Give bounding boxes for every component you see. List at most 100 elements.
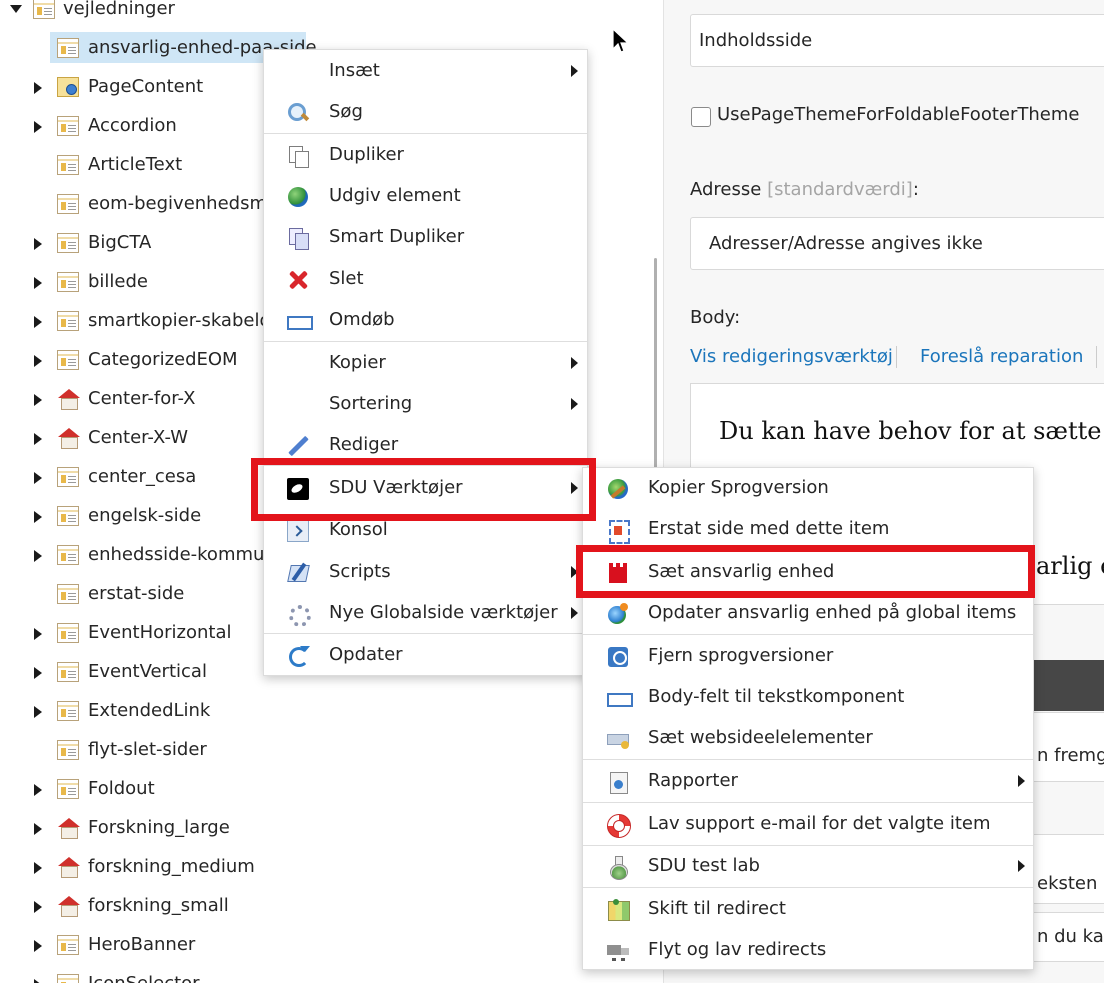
suggest-fix-link[interactable]: Foreslå reparation (920, 346, 1083, 367)
collapse-arrow-icon[interactable] (34, 121, 42, 133)
menu-item-search[interactable]: Søg (264, 92, 587, 132)
page-icon (57, 506, 79, 526)
collapse-arrow-icon[interactable] (34, 823, 42, 835)
tree-item-label: Forskning_large (88, 817, 230, 838)
tree-item-flyt-slet-sider[interactable]: flyt-slet-sider (0, 736, 640, 766)
tree-item-forskning-small[interactable]: forskning_small (0, 892, 640, 922)
menu-separator (264, 341, 587, 342)
collapse-arrow-icon[interactable] (34, 472, 42, 484)
theme-checkbox[interactable] (691, 107, 711, 127)
submenu-item-remove-languages[interactable]: Fjern sprogversioner (583, 636, 1033, 676)
menu-item-sdu-tools[interactable]: SDU Værktøjer (264, 468, 587, 508)
page-icon (57, 701, 79, 721)
collapse-arrow-icon[interactable] (34, 433, 42, 445)
submenu-item-support-email[interactable]: Lav support e-mail for det valgte item (583, 804, 1033, 844)
tree-item-label: flyt-slet-sider (88, 739, 207, 760)
collapse-arrow-icon[interactable] (34, 82, 42, 94)
menu-item-publish[interactable]: Udgiv element (264, 176, 587, 216)
collapse-arrow-icon[interactable] (34, 862, 42, 874)
submenu-item-web-elements[interactable]: Sæt websideelelementer (583, 718, 1033, 758)
tree-item-iconselector[interactable]: IconSelector (0, 970, 640, 983)
menu-item-scripts[interactable]: Scripts (264, 552, 587, 592)
address-field[interactable]: Adresser/Adresse angives ikke (690, 217, 1104, 270)
submenu-item-move-redirects[interactable]: Flyt og lav redirects (583, 930, 1033, 970)
submenu-item-reports[interactable]: Rapporter (583, 761, 1033, 801)
collapse-arrow-icon[interactable] (34, 394, 42, 406)
report-icon (607, 771, 629, 794)
duplicate-icon (287, 145, 309, 168)
submenu-arrow-icon (571, 566, 578, 578)
submenu-arrow-icon (1018, 860, 1025, 872)
submenu-item-switch-redirect[interactable]: Skift til redirect (583, 889, 1033, 929)
tree-item-label: Center-for-X (88, 388, 196, 409)
tree-item-forskning-medium[interactable]: forskning_medium (0, 853, 640, 883)
menu-item-sorting[interactable]: Sortering (264, 384, 587, 424)
collapse-arrow-icon[interactable] (34, 628, 42, 640)
menu-item-refresh[interactable]: Opdater (264, 635, 587, 675)
collapse-arrow-icon[interactable] (34, 901, 42, 913)
submenu-arrow-icon (571, 398, 578, 410)
collapse-arrow-icon[interactable] (34, 667, 42, 679)
page-icon (33, 0, 55, 19)
body-field-icon (607, 687, 633, 709)
submenu-item-copy-language[interactable]: Kopier Sprogversion (583, 468, 1033, 508)
tree-item-extendedlink[interactable]: ExtendedLink (0, 697, 640, 727)
tree-item-forskning-large[interactable]: Forskning_large (0, 814, 640, 844)
menu-item-duplicate[interactable]: Dupliker (264, 135, 587, 175)
collapse-arrow-icon[interactable] (34, 355, 42, 367)
menu-item-edit[interactable]: Rediger (264, 425, 587, 465)
collapse-arrow-icon[interactable] (34, 550, 42, 562)
scripts-icon (287, 562, 309, 584)
collapse-arrow-icon[interactable] (34, 940, 42, 952)
tree-item-label: EventVertical (88, 661, 207, 682)
show-editor-link[interactable]: Vis redigeringsværktøj (690, 346, 893, 367)
collapse-arrow-icon[interactable] (34, 979, 42, 983)
collapse-arrow-icon[interactable] (34, 784, 42, 796)
collapse-arrow-icon[interactable] (34, 706, 42, 718)
menu-separator (264, 133, 587, 134)
submenu-item-set-responsible-unit[interactable]: Sæt ansvarlig enhed (583, 552, 1033, 592)
menu-item-smart-duplicate[interactable]: Smart Dupliker (264, 217, 587, 257)
submenu-arrow-icon (1018, 775, 1025, 787)
menu-separator (583, 887, 1033, 888)
smart-duplicate-icon (287, 227, 309, 250)
page-icon (57, 974, 79, 983)
title-field[interactable]: Indholdsside (690, 14, 1104, 67)
submenu-item-test-lab[interactable]: SDU test lab (583, 846, 1033, 886)
tree-item-label: EventHorizontal (88, 622, 232, 643)
tree-item-foldout[interactable]: Foldout (0, 775, 640, 805)
menu-item-insert[interactable]: Insæt (264, 51, 587, 91)
menu-item-copy[interactable]: Kopier (264, 343, 587, 383)
tree-item-label: CategorizedEOM (88, 349, 238, 370)
submenu-arrow-icon (571, 482, 578, 494)
submenu-item-body-field[interactable]: Body-felt til tekstkomponent (583, 677, 1033, 717)
tree-item-label: Foldout (88, 778, 155, 799)
truck-icon (607, 940, 629, 962)
house-icon (57, 818, 81, 839)
search-icon (287, 102, 309, 124)
expand-arrow-icon[interactable] (10, 5, 22, 13)
sdu-tools-submenu: Kopier Sprogversion Erstat side med dett… (582, 467, 1034, 970)
replace-page-icon (607, 519, 630, 544)
menu-item-delete[interactable]: Slet (264, 259, 587, 299)
tree-item-label: IconSelector (88, 973, 200, 983)
menu-item-rename[interactable]: Omdøb (264, 300, 587, 340)
link-divider (1096, 346, 1097, 368)
tree-item-label: enhedsside-kommun (88, 544, 276, 565)
tree-item-label: center_cesa (88, 466, 197, 487)
tree-item-herobanner[interactable]: HeroBanner (0, 931, 640, 961)
collapse-arrow-icon[interactable] (34, 511, 42, 523)
castle-icon (607, 562, 629, 584)
submenu-item-replace-page[interactable]: Erstat side med dette item (583, 509, 1033, 549)
collapse-arrow-icon[interactable] (34, 316, 42, 328)
collapse-arrow-icon[interactable] (34, 277, 42, 289)
collapse-arrow-icon[interactable] (34, 238, 42, 250)
console-icon (287, 520, 309, 542)
submenu-item-update-responsible-unit[interactable]: Opdater ansvarlig enhed på global items (583, 593, 1033, 633)
menu-separator (264, 465, 587, 466)
menu-item-console[interactable]: Konsol (264, 510, 587, 550)
menu-item-global-tools[interactable]: Nye Globalside værktøjer (264, 593, 587, 633)
menu-separator (264, 633, 587, 634)
body-heading-2: arlig en (1036, 552, 1104, 580)
tree-item-vejledninger[interactable]: vejledninger (0, 0, 640, 25)
